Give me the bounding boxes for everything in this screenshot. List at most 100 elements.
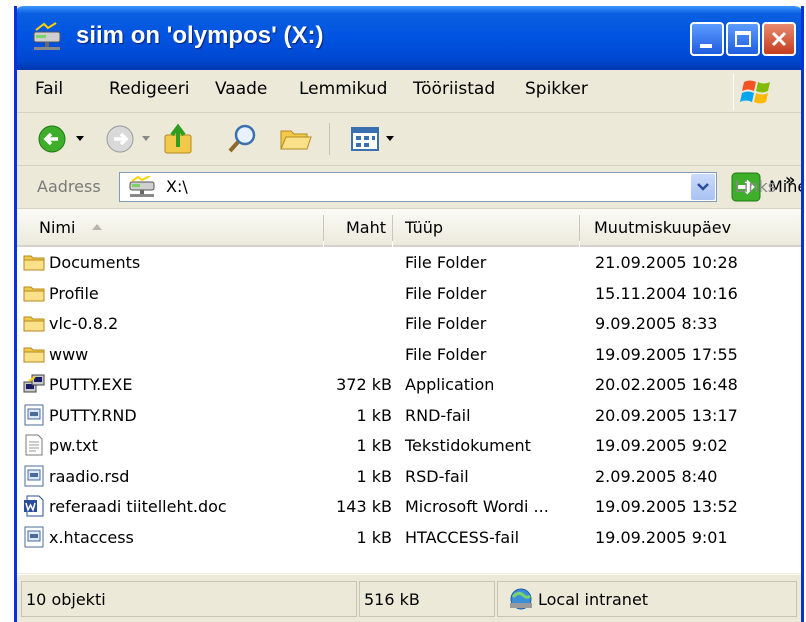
column-header-type[interactable]: Tüüp — [393, 209, 579, 247]
generic-file-icon — [23, 526, 45, 548]
file-type: Application — [405, 375, 495, 394]
maximize-button[interactable] — [726, 22, 760, 56]
file-name: www — [49, 344, 89, 364]
file-type: RSD-fail — [405, 466, 469, 486]
file-modified: 20.09.2005 13:17 — [595, 405, 738, 425]
folder-icon — [23, 251, 45, 273]
minimize-button[interactable] — [690, 22, 724, 56]
menu-view[interactable]: Vaade — [215, 79, 267, 99]
folder-icon — [23, 343, 45, 365]
views-button[interactable] — [349, 123, 381, 155]
status-field-objects: 10 objekti — [21, 581, 357, 617]
file-size: 1 kB — [356, 466, 392, 486]
table-row[interactable]: Documents File Folder 21.09.2005 10:28 — [17, 247, 801, 277]
column-header-size[interactable]: Maht — [324, 209, 392, 247]
file-size: 372 kB — [336, 375, 392, 394]
menu-file[interactable]: Fail — [35, 79, 63, 99]
table-row[interactable]: Profile File Folder 15.11.2004 10:16 — [17, 278, 801, 308]
table-row[interactable]: vlc-0.8.2 File Folder 9.09.2005 8:33 — [17, 308, 801, 338]
word-document-icon — [23, 495, 45, 517]
search-button[interactable] — [225, 121, 261, 157]
status-bar: 10 objekti 516 kB Local intranet — [17, 574, 801, 622]
file-size: 1 kB — [356, 405, 392, 425]
file-type: File Folder — [405, 344, 487, 364]
address-input[interactable]: X:\ — [119, 172, 717, 202]
file-type: File Folder — [405, 283, 487, 303]
network-drive-icon — [33, 22, 61, 50]
column-type-label: Tüüp — [405, 218, 444, 237]
menu-favorites[interactable]: Lemmikud — [299, 79, 387, 99]
status-total-size: 516 kB — [364, 590, 420, 609]
address-bar: Aadress X:\ Mine — [17, 166, 801, 209]
file-type: Tekstidokument — [405, 436, 531, 455]
menu-tools[interactable]: Tööriistad — [413, 79, 495, 99]
putty-icon — [23, 373, 45, 395]
table-row[interactable]: PUTTY.RND 1 kB RND-fail 20.09.2005 13:17 — [17, 400, 801, 430]
menu-edit[interactable]: Redigeeri — [109, 79, 189, 99]
links-chevron-icon[interactable]: » — [785, 170, 795, 189]
network-drive-icon — [129, 176, 155, 197]
back-button[interactable] — [37, 123, 71, 155]
column-header-modified[interactable]: Muutmiskuupäev — [580, 209, 801, 247]
address-value: X:\ — [166, 177, 188, 196]
folder-icon — [23, 282, 45, 304]
file-type: File Folder — [405, 253, 487, 272]
status-zone: Local intranet — [538, 590, 649, 609]
back-dropdown-icon[interactable] — [75, 135, 85, 143]
file-size: 1 kB — [356, 527, 392, 547]
file-size: 143 kB — [336, 497, 392, 516]
forward-dropdown-icon[interactable] — [141, 135, 151, 143]
close-icon — [771, 31, 787, 47]
up-folder-button[interactable] — [161, 121, 197, 157]
generic-file-icon — [23, 465, 45, 487]
file-modified: 19.09.2005 9:02 — [595, 436, 728, 455]
file-name: PUTTY.RND — [49, 405, 137, 425]
close-button[interactable] — [762, 22, 796, 56]
menu-help[interactable]: Spikker — [525, 79, 588, 99]
status-field-zone: Local intranet — [497, 581, 797, 617]
file-name: raadio.rsd — [49, 466, 130, 486]
address-label: Aadress — [37, 177, 101, 196]
file-modified: 19.09.2005 13:52 — [595, 497, 738, 516]
file-modified: 15.11.2004 10:16 — [595, 283, 738, 303]
links-label[interactable]: Links — [735, 177, 776, 196]
file-name: Documents — [49, 253, 141, 272]
file-name: PUTTY.EXE — [49, 375, 133, 394]
file-modified: 2.09.2005 8:40 — [595, 466, 718, 486]
status-object-count: 10 objekti — [26, 590, 106, 609]
column-modified-label: Muutmiskuupäev — [594, 218, 732, 237]
toolbar-separator — [329, 123, 330, 155]
file-name: Profile — [49, 283, 99, 303]
table-row[interactable]: www File Folder 19.09.2005 17:55 — [17, 339, 801, 369]
forward-button[interactable] — [103, 123, 137, 155]
file-modified: 19.09.2005 9:01 — [595, 527, 728, 547]
folders-button[interactable] — [277, 123, 313, 155]
table-row[interactable]: referaadi tiitelleht.doc 143 kB Microsoft … — [17, 491, 801, 521]
table-row[interactable]: pw.txt 1 kB Tekstidokument 19.09.2005 9:02 — [17, 430, 801, 460]
column-size-label: Maht — [345, 218, 386, 237]
text-file-icon — [23, 434, 45, 456]
file-modified: 21.09.2005 10:28 — [595, 253, 738, 272]
windows-flag-icon — [740, 80, 770, 104]
file-modified: 19.09.2005 17:55 — [595, 344, 738, 364]
status-field-size: 516 kB — [359, 581, 495, 617]
window-title: siim on 'olympos' (X:) — [76, 22, 324, 49]
file-modified: 9.09.2005 8:33 — [595, 314, 718, 333]
file-name: pw.txt — [49, 436, 98, 455]
table-row[interactable]: x.htaccess 1 kB HTACCESS-fail 19.09.2005 9:… — [17, 522, 801, 552]
table-row[interactable]: PUTTY.EXE 372 kB Application 20.02.2005 16:… — [17, 369, 801, 399]
title-bar[interactable]: siim on 'olympos' (X:) — [17, 6, 801, 70]
minimize-icon — [700, 44, 712, 48]
views-dropdown-icon[interactable] — [385, 135, 395, 143]
file-size: 1 kB — [356, 436, 392, 455]
sort-ascending-icon — [92, 224, 102, 230]
address-dropdown-button[interactable] — [691, 174, 715, 200]
menu-bar: Fail Redigeeri Vaade Lemmikud Tööriistad… — [17, 70, 801, 113]
column-header-name[interactable]: Nimi — [17, 209, 323, 247]
file-name: x.htaccess — [49, 527, 134, 547]
file-type: Microsoft Wordi ... — [405, 497, 549, 516]
windows-logo — [733, 74, 780, 110]
file-name: referaadi tiitelleht.doc — [49, 497, 227, 516]
file-modified: 20.02.2005 16:48 — [595, 375, 738, 394]
table-row[interactable]: raadio.rsd 1 kB RSD-fail 2.09.2005 8:40 — [17, 461, 801, 491]
